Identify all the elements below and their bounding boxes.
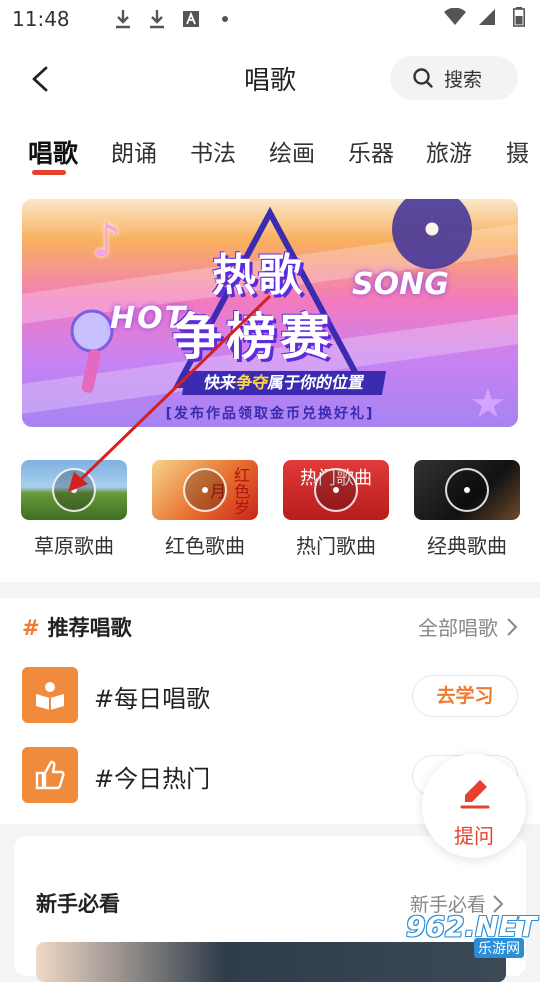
all-singing-label: 全部唱歌 xyxy=(418,616,498,640)
tab-painting[interactable]: 绘画 xyxy=(269,134,315,168)
tab-recitation[interactable]: 朗诵 xyxy=(111,134,157,168)
signal-icon xyxy=(476,6,498,28)
search-label: 搜索 xyxy=(444,68,483,91)
active-tab-indicator xyxy=(32,170,66,175)
status-time: 11:48 xyxy=(12,7,70,31)
star-icon: ★ xyxy=(470,381,506,427)
category-thumbnail xyxy=(21,460,127,520)
go-learn-button[interactable]: 去学习 xyxy=(412,675,518,717)
download-icon xyxy=(146,8,168,30)
banner-section: ♪ HOT SONG 热歌 争榜赛 快来争夺属于你的位置 [发布作品领取金币兑换… xyxy=(0,184,540,582)
category-red[interactable]: 红色岁月 红色歌曲 xyxy=(152,460,258,559)
slogan-part: 快来 xyxy=(202,373,238,392)
disc-icon xyxy=(445,468,489,512)
category-thumbnail xyxy=(414,460,520,520)
book-icon xyxy=(22,667,78,723)
search-button[interactable]: 搜索 xyxy=(390,56,518,100)
banner-slogan: 快来争夺属于你的位置 xyxy=(181,371,387,395)
category-thumbnail: 红色岁月 xyxy=(152,460,258,520)
download-icon xyxy=(112,8,134,30)
disc-icon xyxy=(183,468,227,512)
banner-tagline: [发布作品领取金币兑换好礼] xyxy=(165,406,375,422)
dot-icon xyxy=(214,8,236,30)
recommend-title: # 推荐唱歌 xyxy=(22,612,132,642)
thumbs-up-icon xyxy=(22,747,78,803)
tab-travel[interactable]: 旅游 xyxy=(426,134,472,168)
promo-banner[interactable]: ♪ HOT SONG 热歌 争榜赛 快来争夺属于你的位置 [发布作品领取金币兑换… xyxy=(22,199,518,427)
recommend-item-daily[interactable]: #每日唱歌 去学习 xyxy=(22,667,518,725)
tab-instrument[interactable]: 乐器 xyxy=(348,134,394,168)
watermark-sub: 乐游网 xyxy=(474,938,524,958)
category-label: 经典歌曲 xyxy=(427,534,507,558)
chevron-right-icon xyxy=(507,617,518,636)
back-arrow-icon xyxy=(32,66,48,92)
slogan-part: 属于你的位置 xyxy=(266,373,366,392)
banner-deco-song: SONG xyxy=(352,267,449,302)
banner-title-line2: 争榜赛 xyxy=(172,308,334,366)
banner-title-line1: 热歌 xyxy=(212,250,304,301)
category-thumbnail: 热门歌曲 xyxy=(283,460,389,520)
category-label: 热门歌曲 xyxy=(296,534,376,558)
all-singing-link[interactable]: 全部唱歌 xyxy=(418,612,518,641)
back-button[interactable] xyxy=(26,62,56,96)
ask-label: 提问 xyxy=(454,824,494,848)
battery-icon xyxy=(508,6,530,28)
category-label: 草原歌曲 xyxy=(34,534,114,558)
slogan-highlight: 争夺 xyxy=(234,373,270,392)
disc-icon xyxy=(52,468,96,512)
status-bar: 11:48 xyxy=(0,0,540,36)
tab-calligraphy[interactable]: 书法 xyxy=(190,134,236,168)
font-icon xyxy=(180,8,202,30)
tab-singing[interactable]: 唱歌 xyxy=(28,134,78,170)
newbie-title: 新手必看 xyxy=(36,892,120,916)
category-popular[interactable]: 热门歌曲 热门歌曲 xyxy=(283,460,389,559)
recommend-item-label: #今日热门 xyxy=(94,765,211,793)
category-grassland[interactable]: 草原歌曲 xyxy=(21,460,127,559)
category-shortcuts: 草原歌曲 红色岁月 红色歌曲 热门歌曲 热门歌曲 经典歌曲 xyxy=(0,460,540,560)
ask-question-button[interactable]: 提问 xyxy=(422,754,526,858)
search-icon xyxy=(413,68,433,88)
recommend-title-text: 推荐唱歌 xyxy=(47,616,132,640)
recommend-item-label: #每日唱歌 xyxy=(94,685,211,713)
wifi-icon xyxy=(444,6,466,28)
disc-icon xyxy=(314,468,358,512)
music-note-icon: ♪ xyxy=(92,213,122,267)
site-watermark: 962.NET 乐游网 xyxy=(400,910,540,960)
pen-icon xyxy=(460,780,490,809)
hash-icon: # xyxy=(22,616,40,640)
status-notification-icons xyxy=(112,8,236,30)
category-label: 红色歌曲 xyxy=(165,534,245,558)
top-bar: 唱歌 搜索 xyxy=(0,36,540,120)
tab-photography[interactable]: 摄 xyxy=(506,134,529,168)
category-tabs: 唱歌 朗诵 书法 绘画 乐器 旅游 摄 xyxy=(0,120,540,184)
category-classic[interactable]: 经典歌曲 xyxy=(414,460,520,559)
